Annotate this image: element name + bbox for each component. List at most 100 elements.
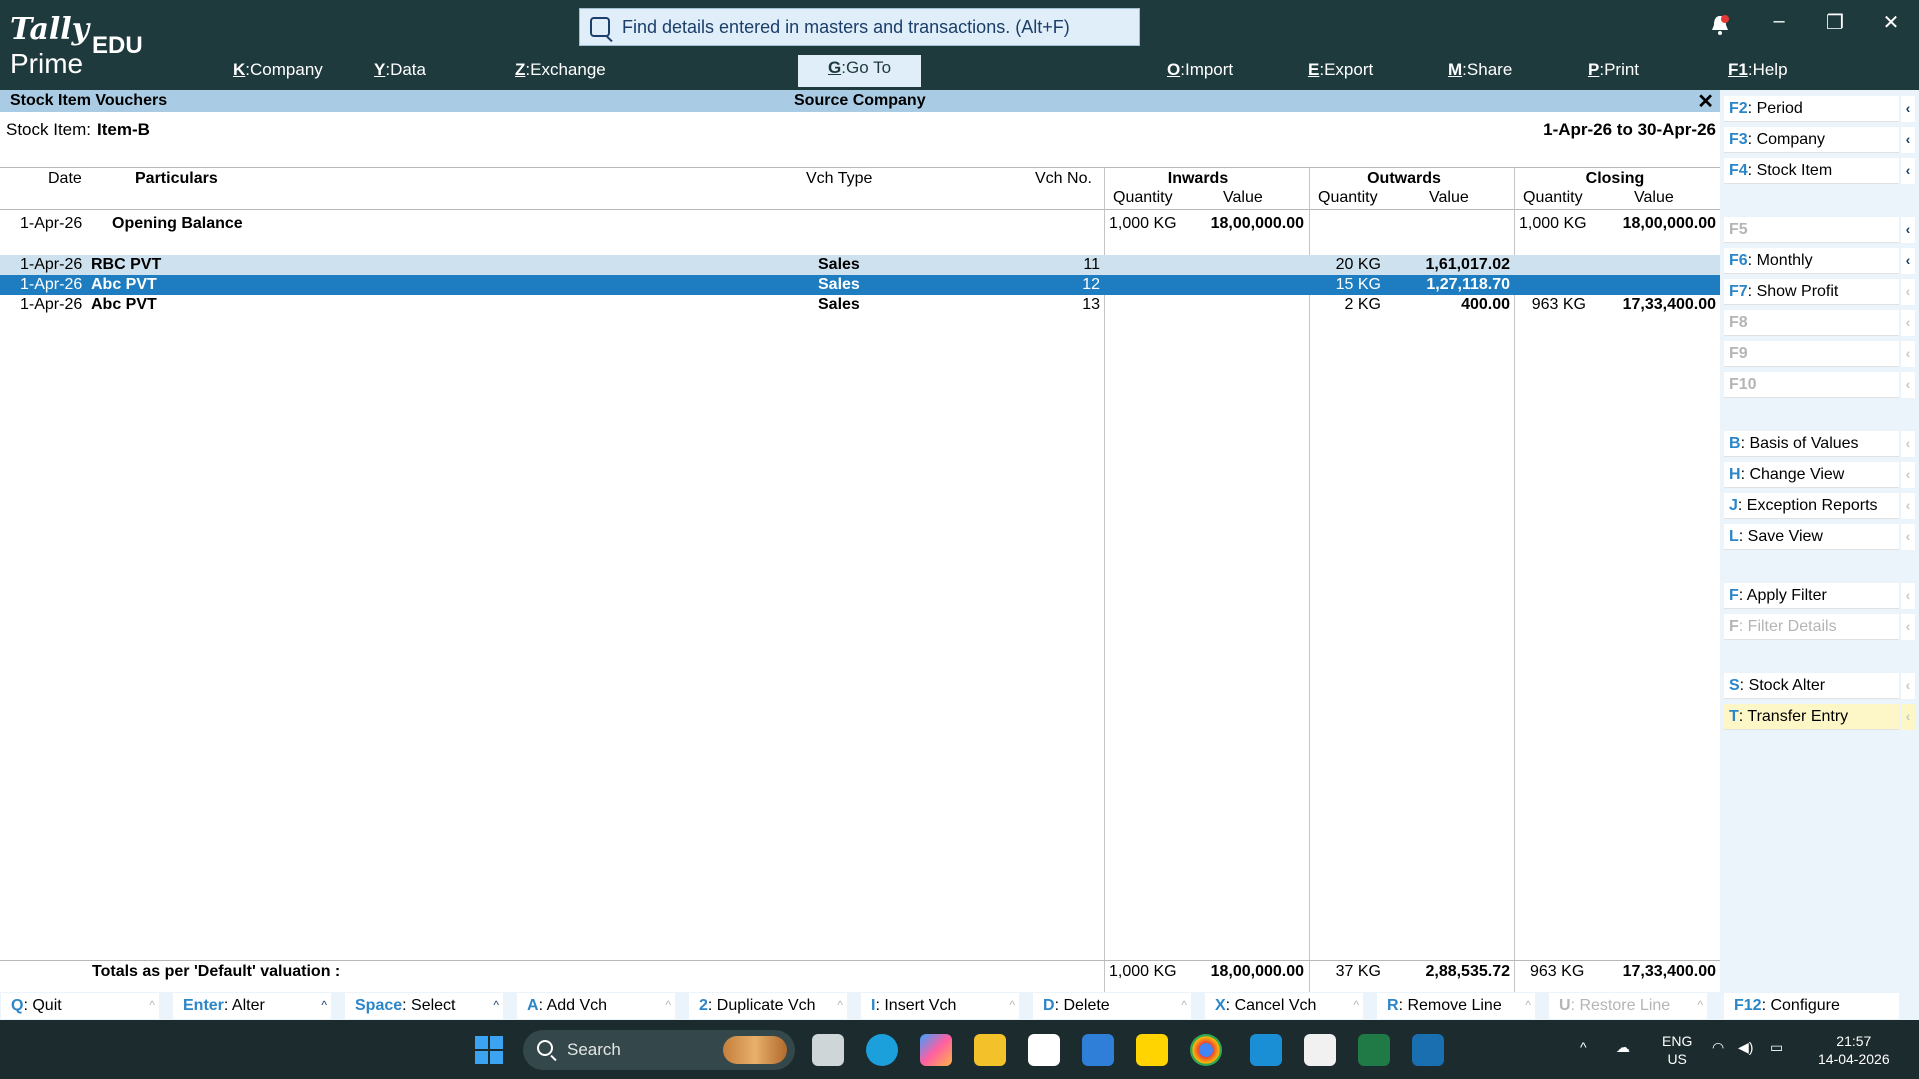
add-vch-button[interactable]: A: Add Vch ^	[517, 993, 675, 1019]
menu-key: O	[1167, 60, 1181, 79]
menu-import[interactable]: O:Import	[1167, 60, 1233, 80]
stock-item-button[interactable]: F4: Stock Item	[1724, 158, 1899, 184]
search-input[interactable]: Find details entered in masters and tran…	[579, 8, 1140, 46]
chevron-up-icon: ^	[149, 998, 155, 1012]
stock-alter-button[interactable]: S: Stock Alter	[1724, 673, 1899, 699]
transfer-entry-button[interactable]: T: Transfer Entry	[1724, 704, 1899, 730]
opening-balance-row[interactable]: 1-Apr-26 Opening Balance 1,000 KG 18,00,…	[0, 214, 1720, 234]
alter-button[interactable]: Enter: Alter ^	[173, 993, 331, 1019]
table-row-selected[interactable]: 1-Apr-26 Abc PVT Sales 12 15 KG 1,27,118…	[0, 275, 1720, 295]
chrome-browser-icon[interactable]	[1190, 1034, 1222, 1066]
report-period: 1-Apr-26 to 30-Apr-26	[1543, 120, 1716, 139]
close-window-button[interactable]: ✕	[1863, 10, 1919, 42]
menu-company[interactable]: K:Company	[233, 60, 323, 80]
show-profit-button[interactable]: F7: Show Profit	[1724, 279, 1899, 305]
menu-share[interactable]: M:Share	[1448, 60, 1512, 80]
quit-button[interactable]: Q: Quit ^	[1, 993, 159, 1019]
taskbar-search[interactable]: Search	[523, 1030, 795, 1070]
table-row[interactable]: 1-Apr-26 Abc PVT Sales 13 2 KG 400.00 96…	[0, 295, 1720, 315]
menu-print[interactable]: P:Print	[1588, 60, 1639, 80]
chevron-left-icon[interactable]: ‹	[1901, 372, 1915, 398]
menu-help[interactable]: F1:Help	[1728, 60, 1788, 80]
clock[interactable]: 21:57 14-04-2026	[1818, 1032, 1890, 1068]
battery-icon[interactable]: ▭	[1770, 1038, 1783, 1056]
select-button[interactable]: Space: Select ^	[345, 993, 503, 1019]
restore-line-button[interactable]: U: Restore Line ^	[1549, 993, 1707, 1019]
onedrive-cloud-icon[interactable]: ☁	[1616, 1038, 1630, 1056]
delete-button[interactable]: D: Delete ^	[1033, 993, 1191, 1019]
tally-erp-icon[interactable]	[1304, 1034, 1336, 1066]
chevron-left-icon[interactable]: ‹	[1901, 493, 1915, 519]
chevron-left-icon[interactable]: ‹	[1901, 96, 1915, 122]
chevron-left-icon[interactable]: ‹	[1901, 704, 1915, 730]
f9-button[interactable]: F9	[1724, 341, 1899, 367]
change-view-button[interactable]: H: Change View	[1724, 462, 1899, 488]
table-row[interactable]: 1-Apr-26 RBC PVT Sales 11 20 KG 1,61,017…	[0, 255, 1720, 275]
company-name: Source Company	[794, 92, 926, 109]
exception-reports-button[interactable]: J: Exception Reports	[1724, 493, 1899, 519]
insert-vch-button[interactable]: I: Insert Vch ^	[861, 993, 1019, 1019]
chevron-left-icon[interactable]: ‹	[1901, 583, 1915, 609]
company-button[interactable]: F3: Company	[1724, 127, 1899, 153]
task-view-icon[interactable]	[812, 1034, 844, 1066]
chevron-left-icon[interactable]: ‹	[1901, 127, 1915, 153]
chevron-left-icon[interactable]: ‹	[1901, 158, 1915, 184]
row-cl-qty: 1,000 KG	[1519, 215, 1587, 232]
microsoft-store-icon[interactable]	[1028, 1034, 1060, 1066]
chevron-up-icon[interactable]: ^	[1580, 1038, 1587, 1056]
file-explorer-icon[interactable]	[974, 1034, 1006, 1066]
period-button[interactable]: F2: Period	[1724, 96, 1899, 122]
button-key: F	[1729, 618, 1739, 635]
f5-button[interactable]: F5	[1724, 217, 1899, 243]
chevron-left-icon[interactable]: ‹	[1901, 217, 1915, 243]
outlook-icon[interactable]	[1082, 1034, 1114, 1066]
sticky-notes-icon[interactable]	[1136, 1034, 1168, 1066]
excel-icon[interactable]	[1358, 1034, 1390, 1066]
chevron-left-icon[interactable]: ‹	[1901, 614, 1915, 640]
close-report-button[interactable]: ✕	[1697, 89, 1714, 114]
monthly-button[interactable]: F6: Monthly	[1724, 248, 1899, 274]
menu-exchange[interactable]: Z:Exchange	[515, 60, 606, 80]
language-indicator[interactable]: ENG US	[1662, 1032, 1692, 1068]
menu-go-to[interactable]: G:Go To	[798, 55, 922, 87]
chevron-left-icon[interactable]: ‹	[1901, 279, 1915, 305]
volume-icon[interactable]: ◀)	[1738, 1038, 1753, 1056]
row-particulars: RBC PVT	[91, 256, 162, 273]
windows-start-icon[interactable]	[475, 1036, 503, 1064]
button-key: F6	[1729, 252, 1748, 269]
configure-button[interactable]: F12: Configure	[1724, 993, 1899, 1019]
tally-edu-icon[interactable]	[1412, 1034, 1444, 1066]
basis-of-values-button[interactable]: B: Basis of Values	[1724, 431, 1899, 457]
filter-details-button[interactable]: F: Filter Details	[1724, 614, 1899, 640]
button-key: Enter	[183, 997, 224, 1014]
apply-filter-button[interactable]: F: Apply Filter	[1724, 583, 1899, 609]
menu-export[interactable]: E:Export	[1308, 60, 1373, 80]
copilot-icon[interactable]	[920, 1034, 952, 1066]
save-view-button[interactable]: L: Save View	[1724, 524, 1899, 550]
totals-out-qty: 37 KG	[1335, 963, 1381, 980]
edge-browser-icon[interactable]	[866, 1034, 898, 1066]
minimize-button[interactable]: –	[1751, 10, 1807, 42]
restore-button[interactable]: ❐	[1807, 10, 1863, 42]
button-key: 2	[699, 997, 708, 1014]
chevron-left-icon[interactable]: ‹	[1901, 462, 1915, 488]
f10-button[interactable]: F10	[1724, 372, 1899, 398]
chevron-left-icon[interactable]: ‹	[1901, 524, 1915, 550]
wifi-icon[interactable]: ◠	[1712, 1038, 1724, 1056]
report-title-bar: Stock Item Vouchers Source Company ✕	[0, 89, 1720, 114]
main-menu: K:Company Y:Data Z:Exchange G:Go To O:Im…	[0, 54, 1919, 88]
chevron-left-icon[interactable]: ‹	[1901, 248, 1915, 274]
chevron-left-icon[interactable]: ‹	[1901, 673, 1915, 699]
cancel-vch-button[interactable]: X: Cancel Vch ^	[1205, 993, 1363, 1019]
remove-line-button[interactable]: R: Remove Line ^	[1377, 993, 1535, 1019]
tally-prime-app-icon[interactable]	[1250, 1034, 1282, 1066]
button-key: H	[1729, 466, 1741, 483]
duplicate-vch-button[interactable]: 2: Duplicate Vch ^	[689, 993, 847, 1019]
chevron-left-icon[interactable]: ‹	[1901, 310, 1915, 336]
chevron-left-icon[interactable]: ‹	[1901, 431, 1915, 457]
notification-bell-icon[interactable]	[1710, 14, 1730, 36]
f8-button[interactable]: F8	[1724, 310, 1899, 336]
menu-data[interactable]: Y:Data	[374, 60, 426, 80]
button-key: U	[1559, 997, 1571, 1014]
chevron-left-icon[interactable]: ‹	[1901, 341, 1915, 367]
